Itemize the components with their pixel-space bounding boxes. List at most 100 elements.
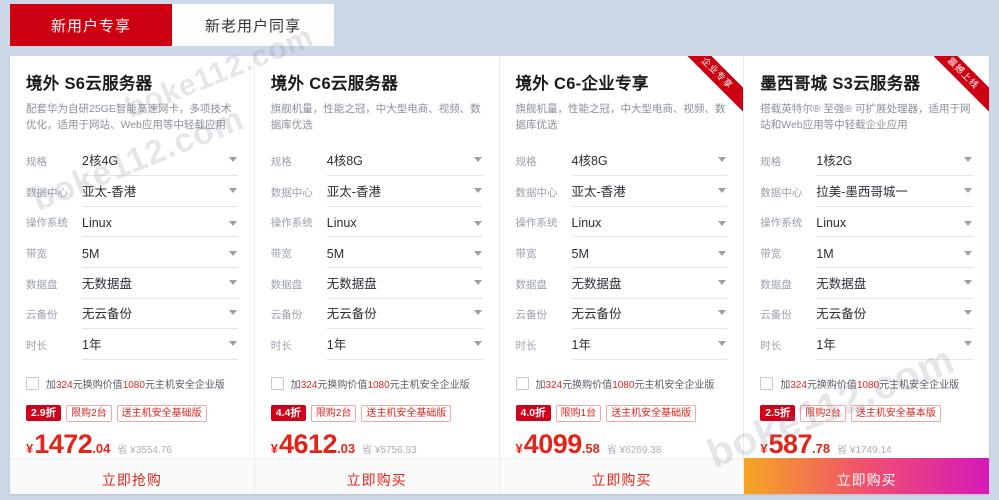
price-row: ¥4612.03 省 ¥5756.93 bbox=[271, 431, 483, 458]
spec-select[interactable]: 无云备份 bbox=[82, 303, 238, 330]
buy-button-label: 立即购买 bbox=[591, 472, 652, 489]
spec-value: 1核2G bbox=[816, 154, 853, 169]
spec-label: 数据中心 bbox=[515, 186, 558, 199]
price-integer: 4099 bbox=[523, 429, 583, 460]
addon-prefix: 加 bbox=[46, 379, 56, 391]
chevron-down-icon bbox=[718, 251, 727, 257]
spec-value: 无云备份 bbox=[571, 307, 622, 322]
spec-row: 带宽 5M bbox=[26, 237, 238, 268]
spec-label: 数据中心 bbox=[760, 186, 803, 199]
spec-select[interactable]: 4核8G bbox=[326, 150, 483, 177]
spec-select[interactable]: 无数据盘 bbox=[571, 273, 728, 299]
gift-badge: 送主机安全基础版 bbox=[361, 404, 452, 423]
spec-select[interactable]: 亚太-香港 bbox=[326, 181, 483, 207]
spec-select[interactable]: 1核2G bbox=[816, 150, 973, 177]
badge-group: 4.0折 限购1台 送主机安全基础版 bbox=[515, 404, 728, 423]
chevron-down-icon bbox=[473, 279, 482, 285]
spec-row: 数据盘 无数据盘 bbox=[271, 268, 483, 299]
addon-label: 加324元换购价值1080元主机安全企业版 bbox=[46, 376, 225, 391]
spec-select[interactable]: Linux bbox=[571, 216, 728, 238]
addon-checkbox[interactable] bbox=[26, 376, 39, 390]
addon-suffix: 元主机安全企业版 bbox=[389, 379, 470, 391]
spec-row: 规格 1核2G bbox=[760, 146, 973, 177]
addon-label: 加324元换购价值1080元主机安全企业版 bbox=[291, 376, 470, 391]
addon-middle: 元换购价值 bbox=[317, 379, 368, 391]
spec-select[interactable]: 1M bbox=[816, 247, 973, 268]
spec-select[interactable]: 无云备份 bbox=[326, 303, 483, 330]
buy-button[interactable]: 立即购买 bbox=[499, 458, 744, 494]
addon-checkbox[interactable] bbox=[760, 376, 774, 390]
spec-select[interactable]: 1年 bbox=[326, 334, 483, 360]
addon-middle: 元换购价值 bbox=[806, 379, 857, 391]
addon-checkbox[interactable] bbox=[270, 376, 284, 390]
currency-symbol: ¥ bbox=[760, 441, 768, 457]
buy-button[interactable]: 立即抢购 bbox=[10, 458, 254, 494]
spec-select[interactable]: 5M bbox=[326, 247, 483, 268]
product-card: 境外 C6云服务器 旗舰机量，性能之冠，中大型电商、视频、数据库优选 规格 4核8G 数… bbox=[254, 56, 500, 494]
spec-select[interactable]: 1年 bbox=[82, 334, 238, 360]
spec-label: 云备份 bbox=[760, 309, 792, 322]
spec-select[interactable]: 亚太-香港 bbox=[571, 181, 728, 207]
addon-option[interactable]: 加324元换购价值1080元主机安全企业版 bbox=[26, 376, 238, 391]
spec-label: 时长 bbox=[515, 339, 537, 352]
spec-select[interactable]: 拉美-墨西哥城一 bbox=[816, 181, 973, 207]
spec-select[interactable]: 无数据盘 bbox=[326, 273, 483, 299]
spec-select[interactable]: Linux bbox=[326, 216, 483, 238]
addon-suffix: 元主机安全企业版 bbox=[634, 379, 715, 391]
addon-prefix: 加 bbox=[535, 379, 546, 391]
spec-value: 亚太-香港 bbox=[82, 184, 137, 199]
tab-bar: 新用户专享 新老用户同享 bbox=[10, 4, 334, 46]
tab-all-user[interactable]: 新老用户同享 bbox=[172, 4, 334, 46]
spec-select[interactable]: Linux bbox=[816, 216, 973, 238]
discount-badge: 4.0折 bbox=[515, 405, 551, 422]
chevron-down-icon bbox=[473, 340, 482, 346]
card-description: 搭载英特尔® 至强® 可扩展处理器，适用于网站和Web应用等中轻载企业应用 bbox=[760, 103, 971, 132]
chevron-down-icon bbox=[964, 157, 972, 163]
card-title: 境外 S6云服务器 bbox=[26, 75, 153, 93]
spec-value: 无数据盘 bbox=[571, 276, 622, 291]
spec-select[interactable]: 无数据盘 bbox=[816, 273, 973, 299]
spec-select[interactable]: 无云备份 bbox=[571, 303, 728, 330]
spec-select[interactable]: 1年 bbox=[571, 334, 728, 360]
chevron-down-icon bbox=[228, 340, 237, 346]
original-price: 省 ¥5756.93 bbox=[362, 445, 417, 457]
chevron-down-icon bbox=[473, 251, 482, 257]
tab-new-user-label: 新用户专享 bbox=[50, 17, 131, 35]
promo-page: 新用户专享 新老用户同享 境外 S6云服务器 配套华为自研25GE智能高速网卡，多… bbox=[0, 0, 999, 500]
spec-select[interactable]: Linux bbox=[82, 216, 238, 238]
purchase-limit-badge: 限购2台 bbox=[66, 404, 112, 423]
price-decimal: .04 bbox=[92, 441, 111, 457]
spec-select[interactable]: 无数据盘 bbox=[82, 273, 238, 299]
chevron-down-icon bbox=[228, 187, 237, 193]
spec-value: 无数据盘 bbox=[326, 276, 377, 291]
spec-select[interactable]: 4核8G bbox=[571, 150, 728, 177]
original-price: 省 ¥6269.38 bbox=[606, 445, 662, 457]
spec-value: 亚太-香港 bbox=[571, 184, 626, 199]
product-card: 境外 S6云服务器 配套华为自研25GE智能高速网卡，多项技术优化，适用于网站、W… bbox=[10, 56, 255, 494]
chevron-down-icon bbox=[228, 157, 237, 163]
spec-select[interactable]: 亚太-香港 bbox=[82, 181, 238, 207]
spec-row: 数据中心 亚太-香港 bbox=[516, 176, 728, 207]
buy-button[interactable]: 立即购买 bbox=[744, 458, 989, 494]
spec-select[interactable]: 5M bbox=[571, 247, 728, 268]
addon-checkbox[interactable] bbox=[515, 376, 529, 390]
tab-new-user[interactable]: 新用户专享 bbox=[10, 4, 172, 46]
chevron-down-icon bbox=[964, 279, 972, 285]
spec-select[interactable]: 2核4G bbox=[82, 150, 238, 177]
chevron-down-icon bbox=[718, 157, 727, 163]
chevron-down-icon bbox=[718, 220, 727, 226]
addon-option[interactable]: 加324元换购价值1080元主机安全企业版 bbox=[760, 376, 973, 391]
buy-button[interactable]: 立即购买 bbox=[254, 458, 499, 494]
chevron-down-icon bbox=[964, 251, 972, 257]
spec-label: 云备份 bbox=[270, 309, 303, 322]
discount-badge: 2.9折 bbox=[26, 405, 62, 422]
addon-option[interactable]: 加324元换购价值1080元主机安全企业版 bbox=[515, 376, 728, 391]
spec-select[interactable]: 5M bbox=[82, 247, 238, 268]
spec-label: 规格 bbox=[270, 156, 292, 169]
spec-row: 时长 1年 bbox=[516, 329, 728, 360]
addon-option[interactable]: 加324元换购价值1080元主机安全企业版 bbox=[270, 376, 483, 391]
spec-select[interactable]: 1年 bbox=[816, 334, 973, 360]
spec-row: 操作系统 Linux bbox=[271, 207, 483, 238]
spec-select[interactable]: 无云备份 bbox=[816, 303, 973, 330]
chevron-down-icon bbox=[473, 187, 482, 193]
